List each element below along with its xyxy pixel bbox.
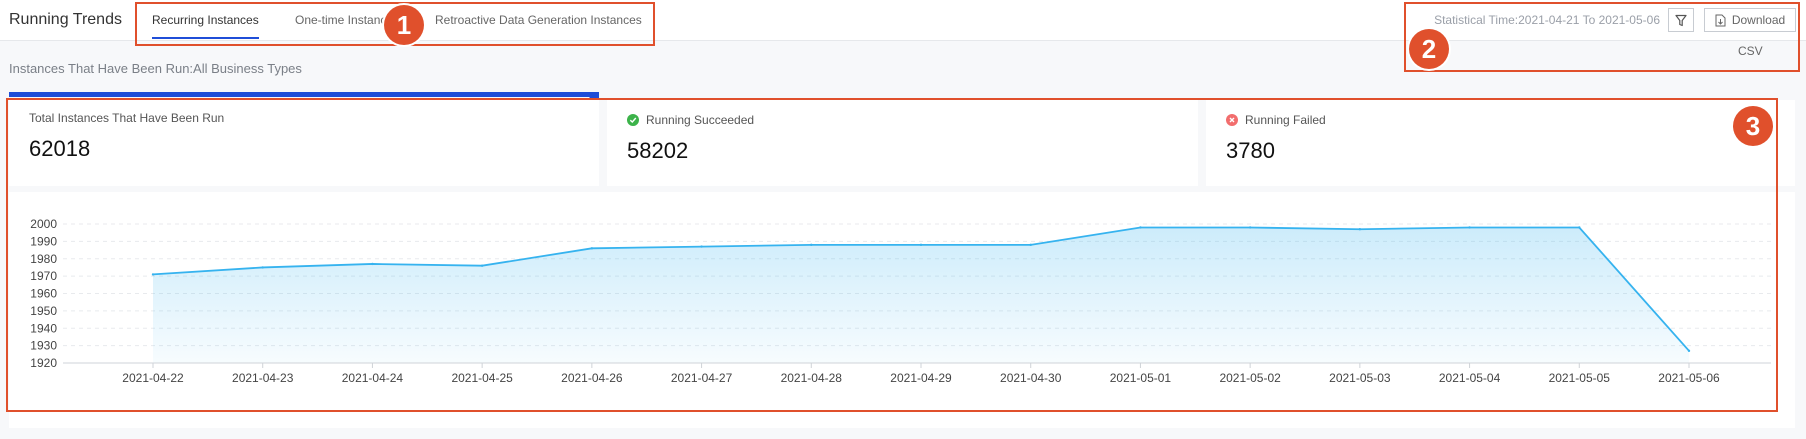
x-tick-label: 2021-05-02 bbox=[1219, 371, 1281, 385]
annotation-badge-3: 3 bbox=[1733, 106, 1773, 146]
data-point bbox=[1578, 226, 1581, 229]
tab-recurring-instances[interactable]: Recurring Instances bbox=[152, 13, 259, 27]
x-tick-label: 2021-05-03 bbox=[1329, 371, 1391, 385]
filter-button[interactable] bbox=[1668, 8, 1694, 32]
card-value-failed: 3780 bbox=[1226, 138, 1275, 163]
download-label: Download bbox=[1731, 13, 1786, 27]
y-tick-label: 1970 bbox=[30, 269, 57, 283]
x-tick-label: 2021-05-01 bbox=[1110, 371, 1172, 385]
data-point bbox=[1029, 243, 1032, 247]
x-tick-label: 2021-04-29 bbox=[890, 371, 952, 385]
card-total-instances[interactable]: Total Instances That Have Been Run 62018 bbox=[9, 100, 599, 186]
card-running-succeeded[interactable]: Running Succeeded 58202 bbox=[607, 100, 1198, 186]
data-point bbox=[1139, 226, 1142, 229]
data-point bbox=[261, 266, 264, 269]
card-label-failed: Running Failed bbox=[1226, 113, 1326, 127]
x-tick-label: 2021-04-30 bbox=[1000, 371, 1062, 385]
x-tick-label: 2021-04-22 bbox=[122, 371, 184, 385]
y-tick-label: 2000 bbox=[30, 217, 57, 231]
y-tick-label: 1960 bbox=[30, 287, 57, 301]
check-circle-icon bbox=[627, 114, 639, 126]
x-tick-label: 2021-05-04 bbox=[1439, 371, 1501, 385]
filter-icon bbox=[1675, 14, 1687, 26]
selected-card-indicator bbox=[9, 92, 599, 97]
x-tick-label: 2021-04-25 bbox=[451, 371, 513, 385]
tab-retroactive-data-generation[interactable]: Retroactive Data Generation Instances bbox=[435, 13, 642, 27]
x-tick-label: 2021-05-05 bbox=[1549, 371, 1611, 385]
card-label-text: Running Succeeded bbox=[646, 113, 755, 127]
y-tick-label: 1950 bbox=[30, 304, 57, 318]
annotation-badge-1: 1 bbox=[384, 5, 424, 45]
data-point bbox=[480, 264, 484, 267]
card-value-succeeded: 58202 bbox=[627, 138, 689, 163]
top-bar: Running Trends Recurring Instances One-t… bbox=[0, 0, 1806, 41]
data-point bbox=[1468, 226, 1471, 229]
file-download-icon bbox=[1715, 14, 1726, 26]
y-tick-label: 1940 bbox=[30, 321, 57, 335]
x-tick-label: 2021-04-27 bbox=[671, 371, 733, 385]
running-trend-chart-panel: 1920 1930 1940 1950 1960 1970 1980 1990 2000 2021… bbox=[9, 192, 1795, 428]
y-tick-label: 1920 bbox=[30, 356, 57, 370]
card-value-total: 62018 bbox=[29, 136, 91, 161]
error-circle-icon bbox=[1226, 114, 1238, 126]
data-point bbox=[590, 247, 594, 250]
data-point bbox=[919, 243, 923, 247]
x-tick-label: 2021-04-23 bbox=[232, 371, 294, 385]
running-trend-chart[interactable]: 1920 1930 1940 1950 1960 1970 1980 1990 2000 2021… bbox=[9, 192, 1795, 428]
card-label-text: Running Failed bbox=[1245, 113, 1326, 127]
data-point bbox=[1687, 349, 1691, 353]
data-point bbox=[1248, 226, 1252, 229]
card-label-succeeded: Running Succeeded bbox=[627, 113, 754, 127]
x-tick-label: 2021-04-28 bbox=[781, 371, 843, 385]
business-type-scope: Instances That Have Been Run:All Busines… bbox=[9, 61, 302, 76]
statistical-time: Statistical Time:2021-04-21 To 2021-05-0… bbox=[1434, 13, 1660, 27]
series-area bbox=[153, 227, 1689, 363]
x-tick-label: 2021-04-24 bbox=[342, 371, 404, 385]
data-point bbox=[700, 245, 703, 248]
data-point bbox=[151, 273, 155, 276]
x-tick-label: 2021-05-06 bbox=[1658, 371, 1720, 385]
active-tab-indicator bbox=[152, 37, 259, 39]
page-title: Running Trends bbox=[9, 11, 122, 28]
y-tick-label: 1980 bbox=[30, 252, 57, 266]
data-point bbox=[810, 243, 813, 247]
y-tick-label: 1990 bbox=[30, 234, 57, 248]
card-running-failed[interactable]: Running Failed 3780 bbox=[1206, 100, 1795, 186]
download-csv-button[interactable]: Download bbox=[1704, 8, 1796, 32]
data-point bbox=[1358, 228, 1362, 231]
data-point bbox=[371, 262, 374, 266]
y-tick-label: 1930 bbox=[30, 339, 57, 353]
card-label: Total Instances That Have Been Run bbox=[29, 111, 225, 125]
x-tick-label: 2021-04-26 bbox=[561, 371, 623, 385]
download-csv-label: CSV bbox=[1738, 44, 1763, 58]
annotation-badge-2: 2 bbox=[1409, 29, 1449, 69]
